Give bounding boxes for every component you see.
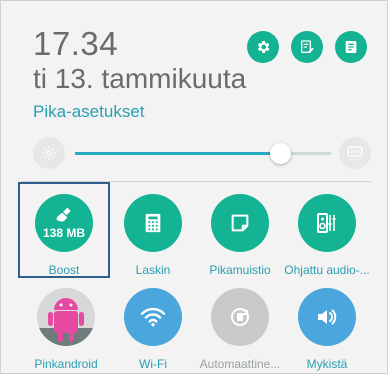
- quick-memo-button[interactable]: [211, 194, 269, 252]
- brightness-low-icon: [33, 137, 65, 169]
- brightness-thumb[interactable]: [269, 143, 291, 164]
- tile-label: Mykistä: [306, 357, 348, 371]
- settings-button[interactable]: [247, 31, 279, 63]
- notification-panel: 17.34 ti 13. tammikuuta Pika-asetukset A…: [0, 0, 388, 374]
- boost-memory-value: 138 MB: [42, 226, 86, 240]
- volume-icon: [318, 309, 337, 325]
- note-icon: [231, 214, 249, 232]
- tile-label: Automaattine...: [199, 357, 281, 371]
- gear-icon: [257, 41, 270, 53]
- tile-label: Ohjattu audio-...: [284, 263, 370, 277]
- tile-label: Laskin: [135, 263, 171, 277]
- tile-boost[interactable]: 138 MB Boost: [21, 185, 107, 281]
- tile-quick-memo[interactable]: Pikamuistio: [197, 185, 283, 281]
- wifi-icon: [140, 307, 166, 327]
- brightness-slider[interactable]: AUTO: [33, 137, 371, 171]
- tile-label: Boost: [48, 263, 80, 277]
- android-figure-icon: [37, 288, 95, 346]
- edit-tiles-button[interactable]: [291, 31, 323, 63]
- calculator-icon: [145, 213, 161, 233]
- tile-mute[interactable]: Mykistä: [284, 279, 370, 375]
- mute-button[interactable]: [298, 288, 356, 346]
- svg-text:AUTO: AUTO: [350, 158, 360, 162]
- brightness-fill: [75, 152, 280, 155]
- tile-label: Wi-Fi: [139, 357, 167, 371]
- auto-brightness-icon[interactable]: AUTO: [339, 137, 371, 169]
- audio-wizard-icon: [317, 213, 336, 233]
- quick-settings-title: Pika-asetukset: [33, 102, 145, 121]
- list-icon: [345, 41, 357, 53]
- tile-pinkandroid[interactable]: Pinkandroid: [23, 279, 109, 375]
- notes-button[interactable]: [335, 31, 367, 63]
- auto-rotate-button[interactable]: [211, 288, 269, 346]
- wifi-button[interactable]: [124, 288, 182, 346]
- broom-icon: [56, 207, 71, 222]
- boost-button[interactable]: 138 MB: [35, 194, 93, 252]
- auto-rotate-icon: [231, 308, 249, 326]
- tile-label: Pikamuistio: [209, 263, 271, 277]
- tile-label: Pinkandroid: [34, 357, 98, 371]
- tile-calculator[interactable]: Laskin: [110, 185, 196, 281]
- pinkandroid-avatar[interactable]: [37, 288, 95, 346]
- tile-wifi[interactable]: Wi-Fi: [110, 279, 196, 375]
- calculator-button[interactable]: [124, 194, 182, 252]
- tile-audio-wizard[interactable]: Ohjattu audio-...: [284, 185, 370, 281]
- audio-wizard-button[interactable]: [298, 194, 356, 252]
- edit-list-icon: [301, 40, 314, 53]
- tile-auto-rotate[interactable]: Automaattine...: [197, 279, 283, 375]
- clock-date: ti 13. tammikuuta: [33, 63, 247, 94]
- clock-time: 17.34: [33, 25, 119, 62]
- brightness-track[interactable]: [75, 152, 331, 155]
